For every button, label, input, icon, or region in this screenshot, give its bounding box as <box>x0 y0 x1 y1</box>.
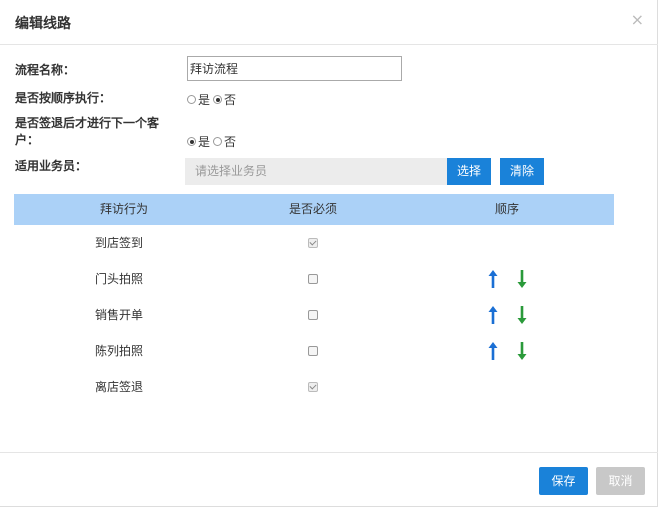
table-header: 拜访行为 是否必须 顺序 <box>14 194 614 225</box>
signout-radio-group: 是 否 <box>187 133 236 150</box>
move-down-arrow-icon[interactable] <box>516 341 528 361</box>
footer-divider <box>0 452 658 453</box>
close-icon[interactable]: × <box>631 10 644 29</box>
order-no-radio[interactable] <box>213 95 223 104</box>
order-radio-group: 是 否 <box>187 91 236 108</box>
table-row: 陈列拍照 <box>14 333 614 369</box>
flow-name-label: 流程名称： <box>15 63 76 77</box>
action-name: 陈列拍照 <box>94 344 143 358</box>
required-checkbox[interactable] <box>308 310 318 320</box>
save-button[interactable]: 保存 <box>539 467 588 495</box>
signout-no-radio[interactable] <box>213 137 223 146</box>
required-checkbox[interactable] <box>308 274 318 284</box>
table-row: 销售开单 <box>14 297 614 333</box>
dialog-header: 编辑线路 × <box>0 0 658 45</box>
clear-button[interactable]: 清除 <box>500 158 544 185</box>
move-up-arrow-icon[interactable] <box>487 269 499 289</box>
edit-route-dialog: 编辑线路 × 流程名称： 是否按顺序执行： 是 否 是否签退后才进行下一个客 户… <box>0 0 658 507</box>
select-button[interactable]: 选择 <box>447 158 491 185</box>
signout-yes-label: 是 <box>198 135 211 149</box>
action-name: 离店签退 <box>94 380 143 394</box>
header-order: 顺序 <box>494 202 519 216</box>
move-down-arrow-icon[interactable] <box>516 269 528 289</box>
action-name: 销售开单 <box>94 308 143 322</box>
table-row: 门头拍照 <box>14 261 614 297</box>
table-row: 离店签退 <box>14 369 614 405</box>
order-no-label: 否 <box>224 93 237 107</box>
required-checkbox[interactable] <box>308 382 318 392</box>
order-label: 是否按顺序执行： <box>15 91 112 105</box>
header-required: 是否必须 <box>288 202 337 216</box>
order-yes-label: 是 <box>198 93 211 107</box>
signout-label-line1: 是否签退后才进行下一个客 <box>15 116 160 130</box>
table-row: 到店签到 <box>14 225 614 261</box>
staff-label: 适用业务员： <box>15 159 88 173</box>
dialog-title: 编辑线路 <box>15 16 71 32</box>
flow-name-input[interactable] <box>187 56 402 81</box>
staff-select-input[interactable]: 请选择业务员 <box>185 158 447 185</box>
action-name: 门头拍照 <box>94 272 143 286</box>
cancel-button[interactable]: 取消 <box>596 467 645 495</box>
signout-label: 是否签退后才进行下一个客 户： <box>15 115 159 149</box>
signout-no-label: 否 <box>224 135 237 149</box>
signout-yes-radio[interactable] <box>187 137 196 146</box>
order-yes-radio[interactable] <box>187 95 196 104</box>
move-up-arrow-icon[interactable] <box>487 341 499 361</box>
required-checkbox[interactable] <box>308 346 318 356</box>
header-action: 拜访行为 <box>99 202 148 216</box>
action-name: 到店签到 <box>94 236 143 250</box>
move-down-arrow-icon[interactable] <box>516 305 528 325</box>
required-checkbox[interactable] <box>308 238 318 248</box>
move-up-arrow-icon[interactable] <box>487 305 499 325</box>
signout-label-line2: 户： <box>15 133 40 147</box>
